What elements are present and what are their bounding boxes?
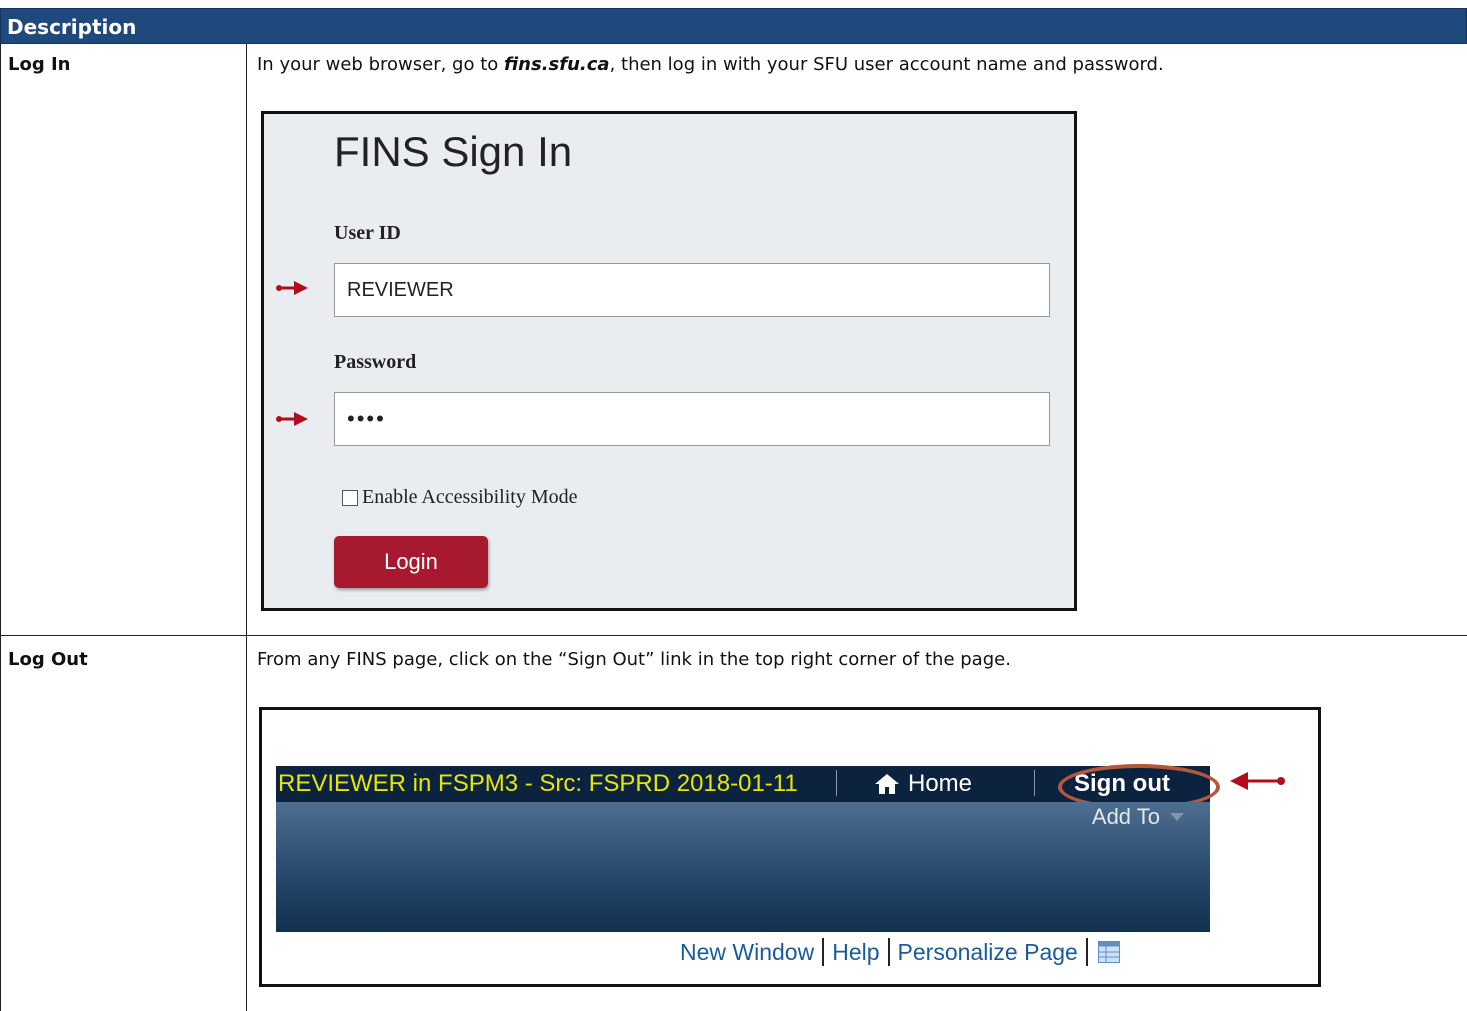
add-to-label: Add To xyxy=(1091,804,1160,829)
fins-header-screenshot: REVIEWER in FSPM3 - Src: FSPRD 2018-01-1… xyxy=(259,707,1321,987)
row-label-logout: Log Out xyxy=(8,649,88,670)
row-description-logout: From any FINS page, click on the “Sign O… xyxy=(257,649,1011,670)
header-title: Description xyxy=(7,15,137,39)
accessibility-checkbox[interactable] xyxy=(342,489,358,506)
user-environment-info: REVIEWER in FSPM3 - Src: FSPRD 2018-01-1… xyxy=(278,770,798,797)
sign-in-title: FINS Sign In xyxy=(334,128,573,175)
add-to-menu[interactable]: Add To xyxy=(1092,804,1184,830)
red-arrow-icon xyxy=(1230,772,1285,790)
table-border-left xyxy=(0,44,1,1011)
separator xyxy=(1085,938,1088,966)
personalize-page-link[interactable]: Personalize Page xyxy=(898,939,1078,966)
password-field[interactable]: •••• xyxy=(334,392,1050,446)
home-icon xyxy=(875,774,899,794)
row-divider xyxy=(0,635,1467,636)
row-description-login: In your web browser, go to fins.sfu.ca, … xyxy=(257,54,1164,75)
fins-url[interactable]: fins.sfu.ca xyxy=(504,54,610,75)
separator xyxy=(836,770,837,796)
separator xyxy=(1034,770,1035,796)
help-link[interactable]: Help xyxy=(832,939,879,966)
accessibility-option[interactable]: Enable Accessibility Mode xyxy=(342,486,578,509)
fins-top-bar: REVIEWER in FSPM3 - Src: FSPRD 2018-01-1… xyxy=(276,764,1220,810)
chevron-down-icon xyxy=(1170,813,1184,821)
separator xyxy=(822,938,825,966)
document-table: Description Log In In your web browser, … xyxy=(0,0,1467,1011)
home-label: Home xyxy=(908,770,973,797)
home-link[interactable]: Home xyxy=(874,770,972,798)
grid-layout-icon[interactable] xyxy=(1097,941,1120,963)
page-utility-links: New Window Help Personalize Page xyxy=(680,938,1120,966)
table-header: Description xyxy=(0,8,1467,44)
userid-label: User ID xyxy=(334,222,401,244)
new-window-link[interactable]: New Window xyxy=(680,939,814,966)
password-label: Password xyxy=(334,351,417,373)
separator xyxy=(887,938,890,966)
userid-field[interactable]: REVIEWER xyxy=(334,263,1050,317)
fins-sign-in-screenshot: FINS Sign In User ID REVIEWER Password •… xyxy=(261,111,1077,611)
accessibility-label: Enable Accessibility Mode xyxy=(362,486,578,508)
column-divider xyxy=(246,44,247,1011)
red-arrow-icon xyxy=(276,281,308,295)
fins-banner: Add To xyxy=(276,802,1210,932)
row-label-login: Log In xyxy=(8,54,71,75)
red-arrow-icon xyxy=(276,412,308,426)
login-button[interactable]: Login xyxy=(334,536,488,588)
